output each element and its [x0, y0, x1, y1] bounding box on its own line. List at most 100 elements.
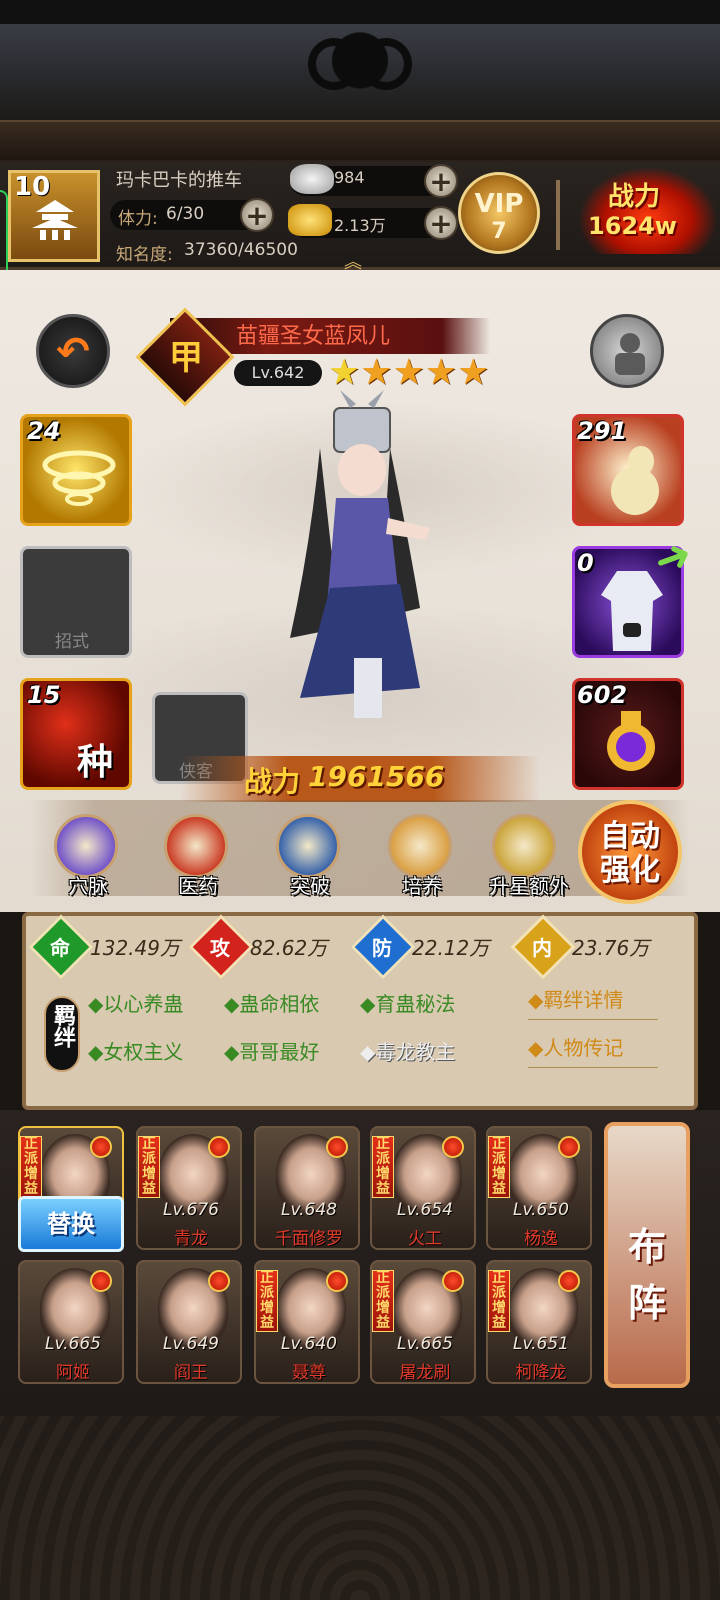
hero-card[interactable]: Lv.665 阿姬: [18, 1260, 124, 1384]
skill-slot-tornado[interactable]: 24: [20, 414, 132, 526]
hero-card[interactable]: 正派增益 Lv.650 杨逸: [486, 1126, 592, 1250]
armor-inspect-button[interactable]: [590, 314, 664, 388]
attribute-value: 23.76万: [572, 936, 650, 960]
roof-decoration: [0, 0, 720, 162]
auto-enhance-button[interactable]: 自动 强化: [578, 800, 682, 904]
hero-card[interactable]: 正派增益 Lv.651 柯降龙: [486, 1260, 592, 1384]
hero-name: 聂尊: [292, 1363, 326, 1383]
biography-text: 人物传记: [543, 1036, 624, 1060]
bond-label: 以心养蛊: [103, 992, 184, 1016]
bond-badge-text: 羁绊: [50, 1004, 75, 1048]
hero-name: 阿姬: [56, 1363, 90, 1383]
hero-name: 青龙: [174, 1229, 208, 1249]
add-silver-button[interactable]: +: [424, 164, 458, 198]
hero-name: 柯降龙: [515, 1363, 567, 1383]
faction-buff-tag: 正派增益: [256, 1270, 278, 1332]
footer-pattern: [0, 1416, 720, 1600]
action-button-2[interactable]: 突破: [262, 812, 358, 904]
stamina-label: 体力:: [118, 209, 158, 229]
hero-name: 阎王: [174, 1363, 208, 1383]
action-icon: [276, 814, 340, 878]
action-label: 升星额外: [489, 874, 569, 898]
fame-label: 知名度:: [116, 245, 173, 265]
total-power-badge: 战力 1624w: [580, 168, 716, 254]
notification-dot-icon: [442, 1136, 464, 1158]
star-icon: ★: [328, 352, 361, 393]
bond-item: ◆哥哥最好: [224, 1036, 319, 1065]
formation-button[interactable]: 布 阵: [604, 1122, 690, 1388]
notification-dot-icon: [90, 1136, 112, 1158]
back-button[interactable]: ↶: [36, 314, 110, 388]
total-power-label: 战力: [608, 182, 661, 212]
silver-ingot-icon: [290, 164, 334, 194]
bond-label: 育蛊秘法: [375, 992, 456, 1016]
armor-icon: [615, 333, 645, 375]
hero-name: 千面修罗: [275, 1229, 343, 1249]
slot-count: 15: [27, 681, 61, 709]
star-icon: ★: [392, 352, 425, 393]
hero-name: 屠龙刷: [399, 1363, 451, 1383]
seed-char: 种: [77, 742, 114, 783]
hero-card[interactable]: 正派增益 Lv.640 聂尊: [254, 1260, 360, 1384]
hero-card[interactable]: 正派增益 Lv.654 火工: [370, 1126, 476, 1250]
attribute-char: 命: [50, 936, 70, 960]
bond-diamond-icon: ◆: [224, 1040, 240, 1064]
action-button-3[interactable]: 培养: [374, 812, 470, 904]
star-icon: ★: [424, 352, 458, 393]
hero-card[interactable]: Lv.648 千面修罗: [254, 1126, 360, 1250]
silver-amount: 984: [334, 168, 365, 187]
move-slot-empty[interactable]: 招式: [20, 546, 132, 658]
add-gold-button[interactable]: +: [424, 206, 458, 240]
character-power-value: 1961566: [308, 760, 445, 793]
attribute-char: 防: [372, 936, 392, 960]
action-button-4[interactable]: 升星额外: [478, 812, 574, 904]
notification-dot-icon: [326, 1270, 348, 1292]
hero-level: Lv.651: [513, 1334, 569, 1354]
bond-item: ◆育蛊秘法: [360, 988, 455, 1017]
roof-beam: [0, 120, 720, 160]
hero-card[interactable]: 正派增益 Lv.665 屠龙刷: [370, 1260, 476, 1384]
slot-count: 602: [577, 681, 628, 709]
bond-detail-text: 羁绊详情: [543, 988, 624, 1012]
action-button-1[interactable]: 医药: [150, 812, 246, 904]
faction-buff-tag: 正派增益: [488, 1136, 510, 1198]
gourd-icon: [611, 446, 659, 515]
notification-dot-icon: [558, 1270, 580, 1292]
player-name: 玛卡巴卡的推车: [116, 170, 242, 191]
star-rating: ★★★★★: [328, 352, 489, 393]
biography-link[interactable]: ◆人物传记: [528, 1032, 658, 1068]
hero-card[interactable]: Lv.649 阎王: [136, 1260, 242, 1384]
hero-level: Lv.640: [281, 1334, 337, 1354]
star-icon: ★: [360, 352, 393, 393]
bond-diamond-icon: ◆: [360, 992, 376, 1016]
action-icon: [54, 814, 118, 878]
attribute-value: 82.62万: [250, 936, 328, 960]
seed-slot[interactable]: 15 种: [20, 678, 132, 790]
slot-count: 291: [577, 417, 628, 445]
faction-buff-tag: 正派增益: [372, 1136, 394, 1198]
add-stamina-button[interactable]: +: [240, 198, 274, 232]
hero-level: Lv.649: [163, 1334, 219, 1354]
gourd-slot[interactable]: 291: [572, 414, 684, 526]
notification-dot-icon: [442, 1270, 464, 1292]
bond-label: 蛊命相依: [239, 992, 320, 1016]
replace-button[interactable]: 替换: [18, 1196, 124, 1252]
orb-slot[interactable]: 602: [572, 678, 684, 790]
action-button-0[interactable]: 穴脉: [40, 812, 136, 904]
attribute-value: 132.49万: [90, 936, 180, 960]
faction-buff-tag: 正派增益: [488, 1270, 510, 1332]
bond-label: 哥哥最好: [239, 1040, 320, 1064]
hero-card[interactable]: 正派增益 Lv.676 青龙: [136, 1126, 242, 1250]
auto-enhance-line2: 强化: [600, 853, 660, 888]
bond-detail-link[interactable]: ◆羁绊详情: [528, 984, 658, 1020]
robe-icon: [601, 571, 663, 651]
auto-enhance-line1: 自动: [600, 819, 660, 854]
vip-label: VIP: [474, 189, 524, 219]
vip-badge[interactable]: VIP 7: [458, 172, 540, 254]
hero-level: Lv.665: [45, 1334, 101, 1354]
faction-buff-tag: 正派增益: [20, 1136, 42, 1198]
action-label: 培养: [402, 874, 442, 898]
formation-line2: 阵: [627, 1281, 666, 1325]
fame-value: 37360/46500: [184, 240, 298, 260]
bond-item: ◆蛊命相依: [224, 988, 319, 1017]
